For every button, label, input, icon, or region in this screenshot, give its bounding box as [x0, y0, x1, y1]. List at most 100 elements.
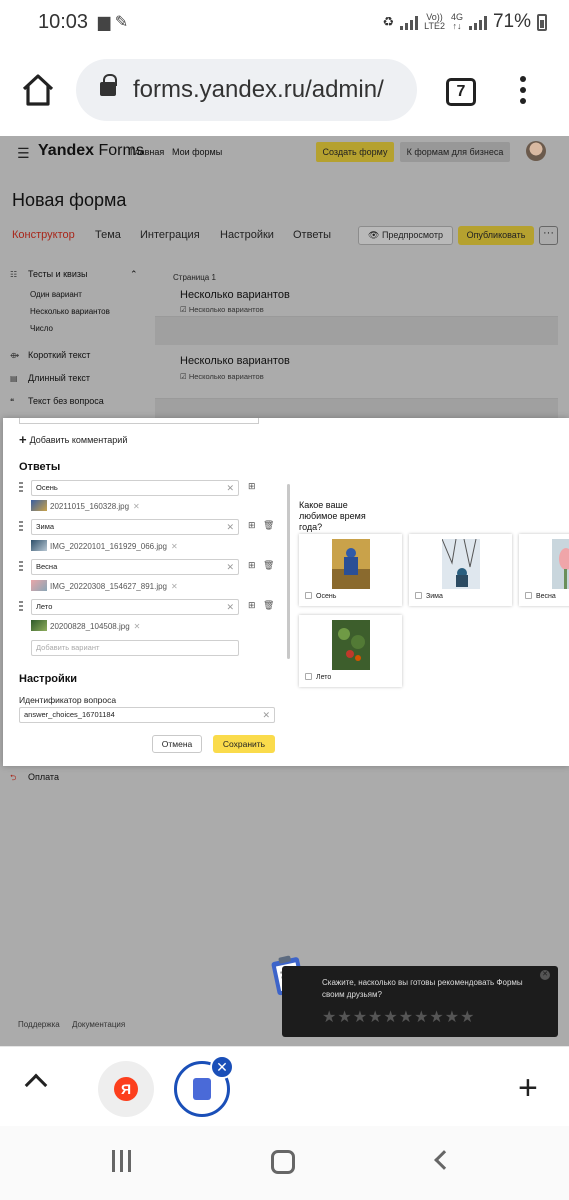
avatar[interactable]: [526, 141, 546, 161]
winter-photo: [442, 539, 480, 589]
remove-image-icon[interactable]: ✕: [134, 622, 141, 631]
nav-my-forms[interactable]: Мои формы: [172, 147, 222, 157]
rating-stars[interactable]: ★★★★★★★★★★: [322, 1007, 475, 1027]
clear-icon[interactable]: ✕: [226, 600, 234, 614]
preview-option-card[interactable]: Зима: [409, 534, 512, 606]
battery-percent: 71%: [492, 11, 531, 32]
hamburger-icon[interactable]: ☰: [17, 145, 30, 162]
trash-icon[interactable]: 🗑: [263, 560, 274, 571]
new-tab-icon[interactable]: +: [518, 1071, 538, 1105]
more-options-button[interactable]: ···: [539, 226, 558, 245]
docs-link[interactable]: Документация: [72, 1020, 125, 1029]
drag-handle-icon[interactable]: [19, 561, 23, 573]
sidebar-group-quizzes[interactable]: ☷ Тесты и квизы ⌃: [10, 269, 138, 279]
checkbox[interactable]: [305, 673, 312, 680]
answers-heading: Ответы: [19, 461, 61, 473]
create-form-button[interactable]: Создать форму: [316, 142, 394, 162]
answer-input[interactable]: Осень ✕: [31, 480, 239, 496]
publish-button[interactable]: Опубликовать: [458, 226, 534, 245]
add-comment-button[interactable]: + Добавить комментарий: [19, 432, 127, 447]
autumn-photo: [332, 539, 370, 589]
tab-settings[interactable]: Настройки: [220, 229, 274, 241]
scrollbar[interactable]: [287, 484, 290, 659]
add-image-icon[interactable]: ⊞: [248, 560, 256, 571]
preview-option-card[interactable]: Лето: [299, 615, 402, 687]
sidebar-item-payment[interactable]: ⮌ Оплата: [10, 772, 59, 786]
recent-apps-icon[interactable]: [112, 1150, 136, 1174]
trash-icon[interactable]: 🗑: [263, 520, 274, 531]
clear-icon[interactable]: ✕: [226, 481, 234, 495]
checkbox[interactable]: [305, 592, 312, 599]
answer-image-file: 20200828_104508.jpg ✕: [31, 620, 231, 634]
answer-input[interactable]: Зима ✕: [31, 519, 239, 535]
preview-panel: Какое ваше любимое время года? Осень Зим…: [291, 418, 569, 766]
image-thumbnail: [31, 580, 47, 591]
preview-option-card[interactable]: Весна: [519, 534, 569, 606]
drag-handle-icon[interactable]: [19, 601, 23, 613]
question-card[interactable]: Страница 1 Несколько вариантов ☑ Несколь…: [155, 263, 558, 317]
answer-row: Лето ✕ ⊞ 🗑: [19, 599, 279, 615]
close-tab-badge[interactable]: ✕: [210, 1055, 234, 1079]
add-variant-input[interactable]: Добавить вариант: [31, 640, 239, 656]
answer-row: Зима ✕ ⊞ 🗑: [19, 519, 279, 535]
back-icon[interactable]: [434, 1150, 454, 1170]
cancel-button[interactable]: Отмена: [152, 735, 202, 753]
clear-icon[interactable]: ✕: [226, 560, 234, 574]
chevron-up-icon[interactable]: [24, 1073, 48, 1097]
address-bar[interactable]: forms.yandex.ru/admin/: [76, 59, 417, 121]
answer-input[interactable]: Лето ✕: [31, 599, 239, 615]
clear-icon[interactable]: ✕: [226, 520, 234, 534]
preview-button[interactable]: 👁 Предпросмотр: [358, 226, 453, 245]
preview-option-label: Зима: [415, 592, 443, 600]
feedback-toast: ✕ Скажите, насколько вы готовы рекомендо…: [282, 966, 558, 1037]
settings-heading: Настройки: [19, 673, 78, 685]
clear-icon[interactable]: ✕: [262, 708, 270, 722]
sidebar-subitem-single[interactable]: Один вариант: [30, 290, 82, 299]
browser-menu-icon[interactable]: [520, 76, 528, 109]
answer-image-file: IMG_20220101_161929_066.jpg ✕: [31, 540, 231, 554]
tab-answers[interactable]: Ответы: [293, 229, 331, 241]
remove-image-icon[interactable]: ✕: [133, 502, 140, 511]
tab-integration[interactable]: Интеграция: [140, 229, 200, 241]
add-image-icon[interactable]: ⊞: [248, 600, 256, 611]
yandex-button[interactable]: Я: [98, 1061, 154, 1117]
sidebar-item-text-no-question[interactable]: ❝ Текст без вопроса: [10, 396, 104, 406]
system-nav-bar: [0, 1126, 569, 1200]
trash-icon[interactable]: 🗑: [263, 600, 274, 611]
preview-question: Какое ваше любимое время года?: [299, 500, 366, 532]
save-button[interactable]: Сохранить: [213, 735, 275, 753]
sidebar-item-short-text[interactable]: ⟴ Короткий текст: [10, 350, 90, 360]
business-forms-button[interactable]: К формам для бизнеса: [400, 142, 510, 162]
home-nav-icon[interactable]: [271, 1150, 295, 1174]
short-text-icon: ⟴: [10, 351, 20, 360]
page-label: Страница 1: [173, 273, 216, 282]
tabs-count-button[interactable]: 7: [446, 78, 476, 106]
battery-icon: [537, 13, 547, 31]
tab-constructor[interactable]: Конструктор: [12, 229, 75, 241]
support-link[interactable]: Поддержка: [18, 1020, 60, 1029]
yandex-icon: Я: [114, 1077, 138, 1101]
preview-option-label: Лето: [305, 673, 331, 681]
form-canvas: Страница 1 Несколько вариантов ☑ Несколь…: [155, 263, 558, 423]
answer-input[interactable]: Весна ✕: [31, 559, 239, 575]
add-image-icon[interactable]: ⊞: [248, 481, 256, 492]
remove-image-icon[interactable]: ✕: [171, 542, 178, 551]
question-card[interactable]: Несколько вариантов ☑ Несколько варианто…: [155, 345, 558, 399]
image-thumbnail: [31, 620, 47, 631]
chevron-up-icon: ⌃: [130, 269, 138, 279]
checkbox[interactable]: [525, 592, 532, 599]
sidebar-subitem-number[interactable]: Число: [30, 324, 53, 333]
home-icon[interactable]: [20, 72, 56, 108]
remove-image-icon[interactable]: ✕: [171, 582, 178, 591]
add-image-icon[interactable]: ⊞: [248, 520, 256, 531]
drag-handle-icon[interactable]: [19, 482, 23, 494]
question-id-input[interactable]: answer_choices_16701184 ✕: [19, 707, 275, 723]
sidebar-item-long-text[interactable]: ▤ Длинный текст: [10, 373, 90, 383]
checkbox[interactable]: [415, 592, 422, 599]
logo[interactable]: Yandex Forms: [38, 142, 144, 160]
drag-handle-icon[interactable]: [19, 521, 23, 533]
sidebar-subitem-multiple[interactable]: Несколько вариантов: [30, 307, 110, 316]
nav-home[interactable]: Главная: [130, 147, 164, 157]
preview-option-card[interactable]: Осень: [299, 534, 402, 606]
tab-theme[interactable]: Тема: [95, 229, 121, 241]
